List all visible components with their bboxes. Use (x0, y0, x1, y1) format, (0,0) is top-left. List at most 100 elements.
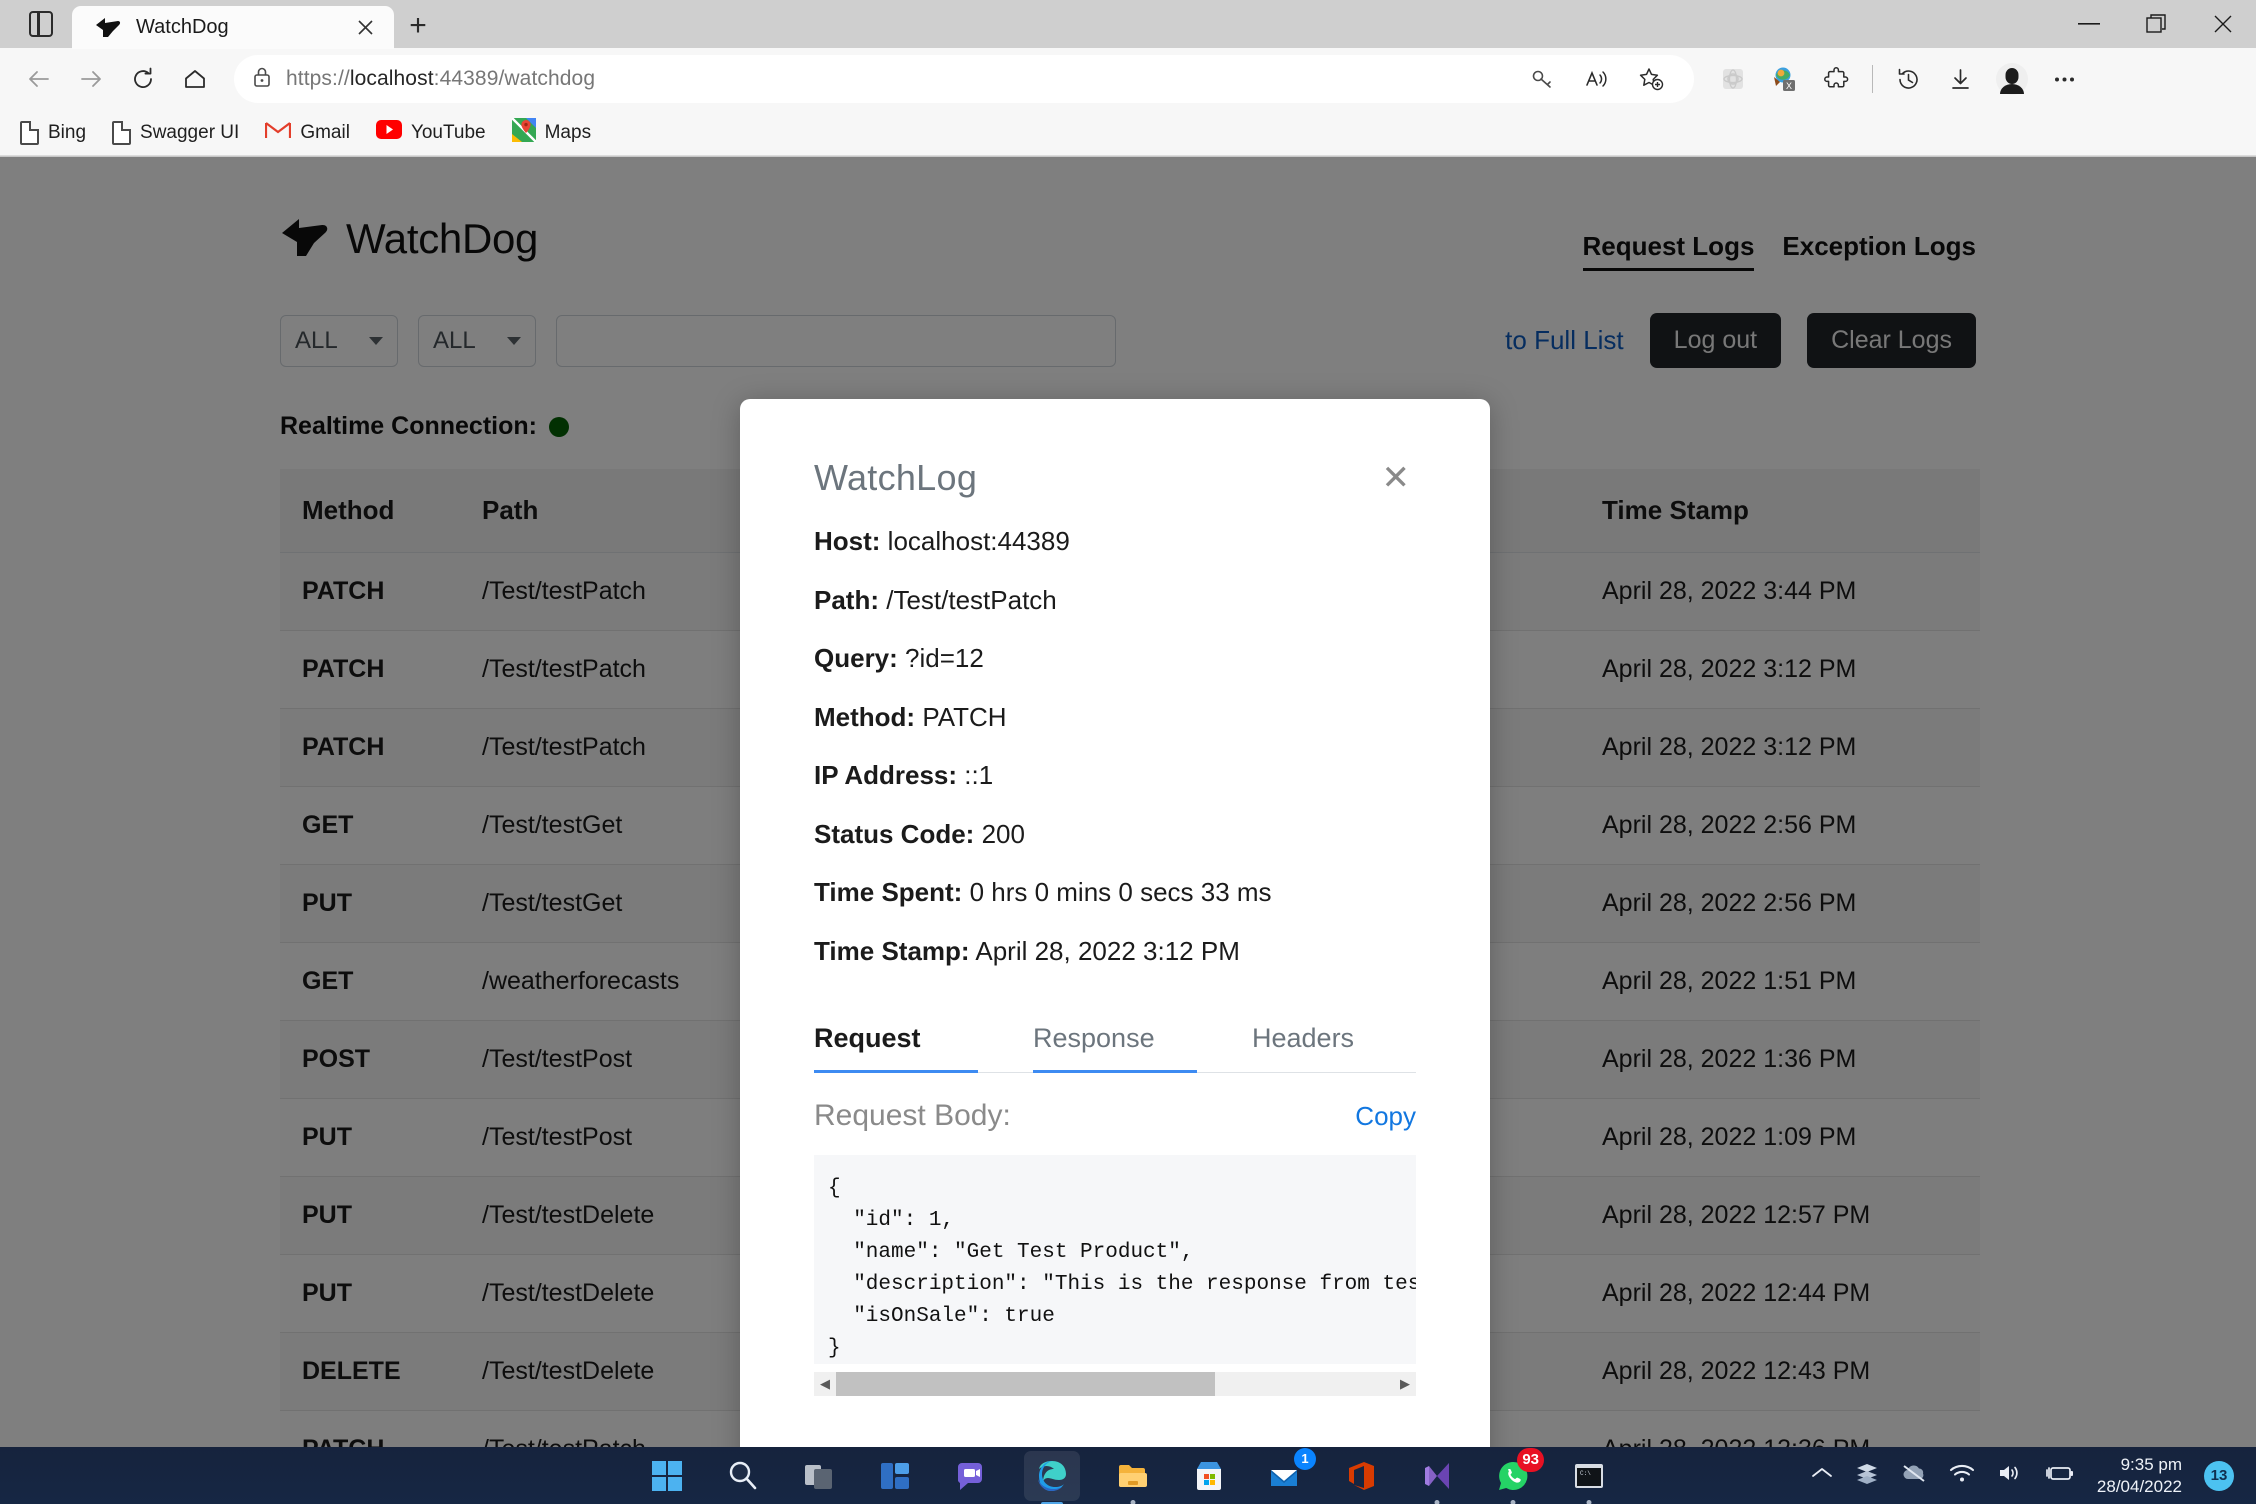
field-value: localhost:44389 (887, 526, 1070, 556)
field-value: 200 (981, 818, 1025, 849)
notification-center-badge[interactable]: 13 (2204, 1460, 2234, 1491)
address-bar-actions (1518, 54, 1676, 104)
scrollbar-track[interactable] (836, 1372, 1394, 1397)
office-icon[interactable] (1338, 1453, 1384, 1499)
wifi-icon[interactable] (1949, 1463, 1975, 1488)
running-indicator (1130, 1499, 1136, 1504)
running-indicator (1510, 1499, 1516, 1504)
bookmark-bing[interactable]: Bing (20, 120, 86, 145)
bookmark-gmail[interactable]: Gmail (265, 120, 350, 146)
lock-icon (252, 65, 272, 94)
modal-tabs: Request Response Headers (814, 1011, 1416, 1073)
tab-response[interactable]: Response (1033, 1011, 1197, 1073)
bookmark-label: Swagger UI (140, 121, 240, 143)
url-rest: :44389/watchdog (433, 67, 596, 90)
scroll-right-arrow-icon[interactable]: ▶ (1394, 1376, 1416, 1392)
history-icon[interactable] (1883, 54, 1933, 104)
start-icon[interactable] (644, 1453, 690, 1499)
maps-icon (510, 116, 537, 148)
tab-list-button[interactable] (10, 0, 72, 48)
svg-text:X: X (1786, 81, 1792, 91)
taskbar-clock[interactable]: 9:35 pm 28/04/2022 (2097, 1454, 2182, 1498)
field-label: Method: (814, 701, 916, 732)
minimize-icon[interactable] (2055, 0, 2122, 48)
file-explorer-icon[interactable] (1110, 1453, 1156, 1504)
modal-title: WatchLog (814, 457, 978, 498)
field-host: Host: localhost:44389 (814, 525, 1416, 558)
bookmark-label: YouTube (410, 121, 486, 143)
field-value: PATCH (922, 701, 1007, 732)
youtube-icon (375, 120, 402, 145)
idm-extension-icon[interactable]: X (1760, 54, 1810, 104)
home-icon[interactable] (170, 54, 220, 104)
address-bar-url: https://localhost:44389/watchdog (286, 67, 595, 91)
tab-title: WatchDog (136, 16, 229, 38)
maximize-icon[interactable] (2122, 0, 2189, 48)
chat-icon[interactable] (948, 1453, 994, 1499)
stack-icon[interactable] (1855, 1461, 1879, 1490)
key-icon[interactable] (1518, 54, 1568, 104)
scrollbar-thumb[interactable] (836, 1372, 1216, 1397)
terminal-icon[interactable]: C:\ (1566, 1453, 1612, 1504)
task-view-icon[interactable] (796, 1453, 842, 1499)
volume-icon[interactable] (1997, 1463, 2023, 1488)
notification-badge: 93 (1517, 1447, 1544, 1472)
mail-icon[interactable]: 1 (1262, 1447, 1316, 1499)
field-label: Query: (814, 643, 898, 673)
edge-icon[interactable] (1024, 1450, 1080, 1504)
field-value: ?id=12 (905, 643, 984, 673)
add-favorite-icon[interactable] (1626, 54, 1676, 104)
field-value: 0 hrs 0 mins 0 secs 33 ms (969, 877, 1272, 907)
search-icon[interactable] (720, 1453, 766, 1499)
extensions-icon[interactable] (1812, 54, 1862, 104)
clock-time: 9:35 pm (2120, 1454, 2182, 1474)
running-indicator (1586, 1499, 1592, 1504)
request-body-code: { "id": 1, "name": "Get Test Product", "… (814, 1155, 1416, 1365)
show-hidden-icons-icon[interactable] (1811, 1466, 1833, 1485)
bookmarks-bar: Bing Swagger UI Gmail YouTube Maps (0, 110, 2256, 156)
back-arrow-icon[interactable] (14, 54, 64, 104)
reload-icon[interactable] (118, 54, 168, 104)
field-time-spent: Time Spent: 0 hrs 0 mins 0 secs 33 ms (814, 876, 1416, 909)
visual-studio-icon[interactable] (1414, 1453, 1460, 1504)
field-value: April 28, 2022 3:12 PM (975, 935, 1240, 966)
system-tray: 9:35 pm 28/04/2022 13 (1811, 1447, 2256, 1504)
browser-tab[interactable]: WatchDog (72, 6, 394, 49)
widgets-icon[interactable] (872, 1453, 918, 1499)
bookmark-maps[interactable]: Maps (510, 116, 591, 148)
downloads-icon[interactable] (1935, 54, 1985, 104)
new-tab-button[interactable]: + (394, 4, 442, 48)
address-bar[interactable]: https://localhost:44389/watchdog (234, 55, 1694, 103)
onedrive-offline-icon[interactable] (1901, 1463, 1927, 1488)
close-icon[interactable] (2189, 0, 2256, 48)
scroll-left-arrow-icon[interactable]: ◀ (814, 1376, 836, 1392)
collections-icon[interactable] (1708, 54, 1758, 104)
forward-arrow-icon[interactable] (66, 54, 116, 104)
field-label: Time Spent: (814, 877, 963, 907)
bookmark-youtube[interactable]: YouTube (375, 120, 486, 145)
copy-button[interactable]: Copy (1355, 1101, 1416, 1132)
url-host: localhost (349, 67, 434, 90)
read-aloud-icon[interactable] (1572, 54, 1622, 104)
taskbar-icons: 1 93 C:\ (644, 1447, 1612, 1504)
whatsapp-icon[interactable]: 93 (1490, 1447, 1544, 1504)
toolbar-divider (1872, 65, 1873, 93)
bookmark-swagger-ui[interactable]: Swagger UI (112, 120, 240, 145)
url-prefix: https:// (286, 67, 350, 90)
field-label: Host: (814, 526, 881, 556)
settings-more-icon[interactable] (2039, 54, 2089, 104)
request-body-horizontal-scrollbar[interactable]: ◀ ▶ (814, 1372, 1416, 1397)
close-icon[interactable]: ✕ (1376, 457, 1417, 499)
microsoft-store-icon[interactable] (1186, 1453, 1232, 1499)
svg-text:C:\: C:\ (1580, 1470, 1591, 1477)
tab-request[interactable]: Request (814, 1011, 978, 1073)
close-icon[interactable] (348, 11, 382, 45)
profile-avatar-icon[interactable] (1987, 54, 2037, 104)
browser-navbar: https://localhost:44389/watchdog X (0, 48, 2256, 110)
field-label: IP Address: (814, 760, 958, 790)
running-indicator (1434, 1499, 1440, 1504)
tab-headers[interactable]: Headers (1252, 1011, 1416, 1072)
clock-date: 28/04/2022 (2096, 1476, 2182, 1496)
field-ip-address: IP Address: ::1 (814, 759, 1416, 792)
battery-charging-icon[interactable] (2045, 1463, 2075, 1488)
